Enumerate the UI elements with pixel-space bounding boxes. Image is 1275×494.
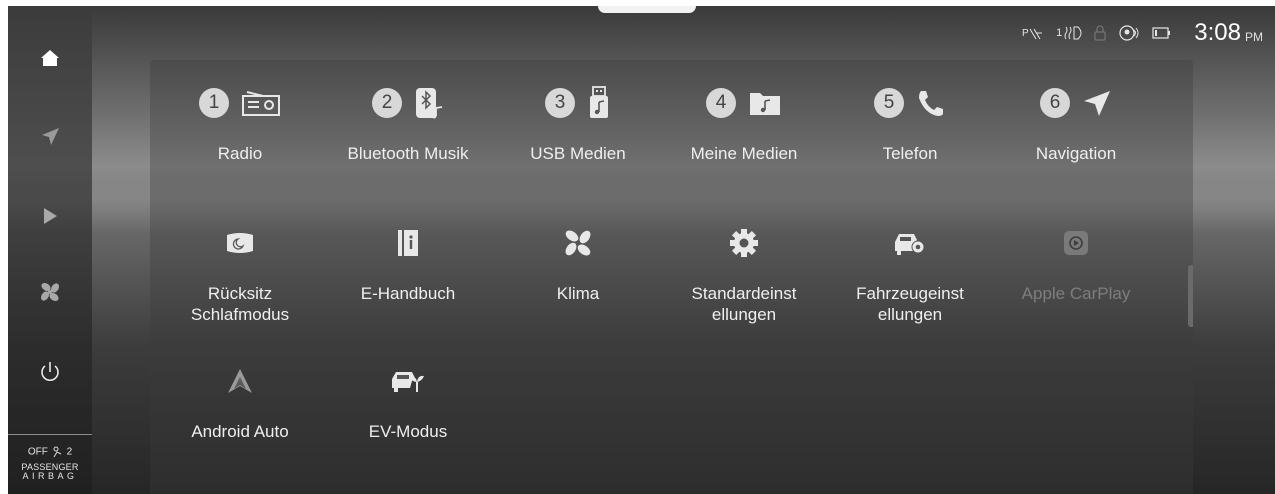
power-button[interactable] xyxy=(8,342,92,402)
rear-seat-sleep-icon xyxy=(227,233,253,253)
app-label: Apple CarPlay xyxy=(1021,284,1131,303)
infotainment-screen: OFF 2 PASSENGER AIRBAG P 1 3:08 PM 1 Rad… xyxy=(8,6,1275,494)
app-navigation[interactable]: 6 Navigation xyxy=(996,86,1156,164)
app-climate[interactable]: Klima xyxy=(498,226,658,304)
svg-text:P: P xyxy=(1022,28,1029,39)
shortcut-number-badge: 1 xyxy=(199,88,229,118)
parking-sensor-off-icon: P xyxy=(1022,25,1044,41)
climate-fan-icon xyxy=(565,230,591,256)
app-label: EV-Modus xyxy=(368,422,448,441)
navigation-arrow-icon xyxy=(1084,91,1110,116)
app-label: Navigation xyxy=(1035,144,1117,163)
driver-profile-icon xyxy=(1118,24,1140,42)
home-icon xyxy=(41,50,59,66)
my-media-folder-icon xyxy=(750,93,780,115)
apps-panel: 1 Radio 2 Bluetooth Musik 3 USB Medien 4… xyxy=(150,60,1193,494)
shortcut-number-badge: 3 xyxy=(545,88,575,118)
clock-time: 3:08 xyxy=(1194,19,1241,46)
shortcut-number-badge: 6 xyxy=(1040,88,1070,118)
battery-icon xyxy=(1152,27,1172,39)
app-radio[interactable]: 1 Radio xyxy=(160,86,320,164)
airbag-off-text: OFF xyxy=(27,446,48,458)
bluetooth-music-icon xyxy=(416,88,443,119)
airbag-line2: AIRBAG xyxy=(22,471,78,481)
clock-ampm: PM xyxy=(1245,30,1263,44)
navigation-icon xyxy=(42,128,59,145)
home-button[interactable] xyxy=(8,28,92,88)
app-label: Fahrzeugeinst ellungen xyxy=(856,284,964,324)
airbag-indicator-number: 2 xyxy=(66,446,73,458)
app-ev-mode[interactable]: EV-Modus xyxy=(328,364,488,442)
app-label: Meine Medien xyxy=(690,144,798,163)
app-vehicle-settings[interactable]: Fahrzeugeinst ellungen xyxy=(830,226,990,325)
airbag-child-seat-icon xyxy=(53,446,61,458)
app-my-media[interactable]: 4 Meine Medien xyxy=(664,86,824,164)
usb-media-icon xyxy=(590,86,608,118)
radio-icon xyxy=(242,91,280,116)
app-bluetooth-music[interactable]: 2 Bluetooth Musik xyxy=(328,86,488,164)
shortcut-number-badge: 2 xyxy=(372,88,402,118)
app-label: Telefon xyxy=(882,144,938,163)
notification-pull-tab[interactable] xyxy=(598,6,696,13)
app-android-auto[interactable]: Android Auto xyxy=(160,364,320,442)
shortcut-number-badge: 5 xyxy=(874,88,904,118)
media-button[interactable] xyxy=(8,186,92,246)
status-bar: P 1 3:08 PM xyxy=(1010,18,1275,48)
android-auto-icon xyxy=(228,369,252,393)
app-label: Android Auto xyxy=(191,422,289,441)
seat-heat-level: 1 xyxy=(1056,27,1063,39)
app-label: E-Handbuch xyxy=(360,284,456,303)
app-label: Bluetooth Musik xyxy=(347,144,469,163)
ev-mode-icon xyxy=(392,372,424,392)
app-e-manual[interactable]: E-Handbuch xyxy=(328,226,488,304)
settings-gear-icon xyxy=(730,229,758,257)
climate-button[interactable] xyxy=(8,262,92,322)
app-label: USB Medien xyxy=(530,144,626,163)
e-manual-icon xyxy=(398,230,418,256)
app-label: Klima xyxy=(556,284,600,303)
app-label: Radio xyxy=(217,144,263,163)
app-rear-seat-sleep[interactable]: Rücksitz Schlafmodus xyxy=(160,226,320,325)
app-apple-carplay: Apple CarPlay xyxy=(996,226,1156,304)
side-nav-rail: OFF 2 PASSENGER AIRBAG xyxy=(8,6,92,494)
vehicle-settings-icon xyxy=(895,234,925,255)
fan-icon xyxy=(40,282,60,302)
navigation-button[interactable] xyxy=(8,106,92,166)
panel-scroll-handle[interactable] xyxy=(1188,265,1193,327)
carplay-icon xyxy=(1064,231,1088,255)
rail-divider xyxy=(8,434,92,435)
play-icon xyxy=(44,208,57,224)
app-phone[interactable]: 5 Telefon xyxy=(830,86,990,164)
app-label: Rücksitz Schlafmodus xyxy=(190,284,290,324)
lock-icon xyxy=(1094,25,1106,41)
app-label: Standardeinst ellungen xyxy=(691,284,797,324)
shortcut-number-badge: 4 xyxy=(706,88,736,118)
power-icon xyxy=(41,362,59,381)
app-general-settings[interactable]: Standardeinst ellungen xyxy=(664,226,824,325)
seat-heat-icon: 1 xyxy=(1056,25,1082,41)
passenger-airbag-indicator: OFF 2 PASSENGER AIRBAG xyxy=(8,438,92,494)
app-usb-media[interactable]: 3 USB Medien xyxy=(498,86,658,164)
phone-icon xyxy=(919,91,943,116)
